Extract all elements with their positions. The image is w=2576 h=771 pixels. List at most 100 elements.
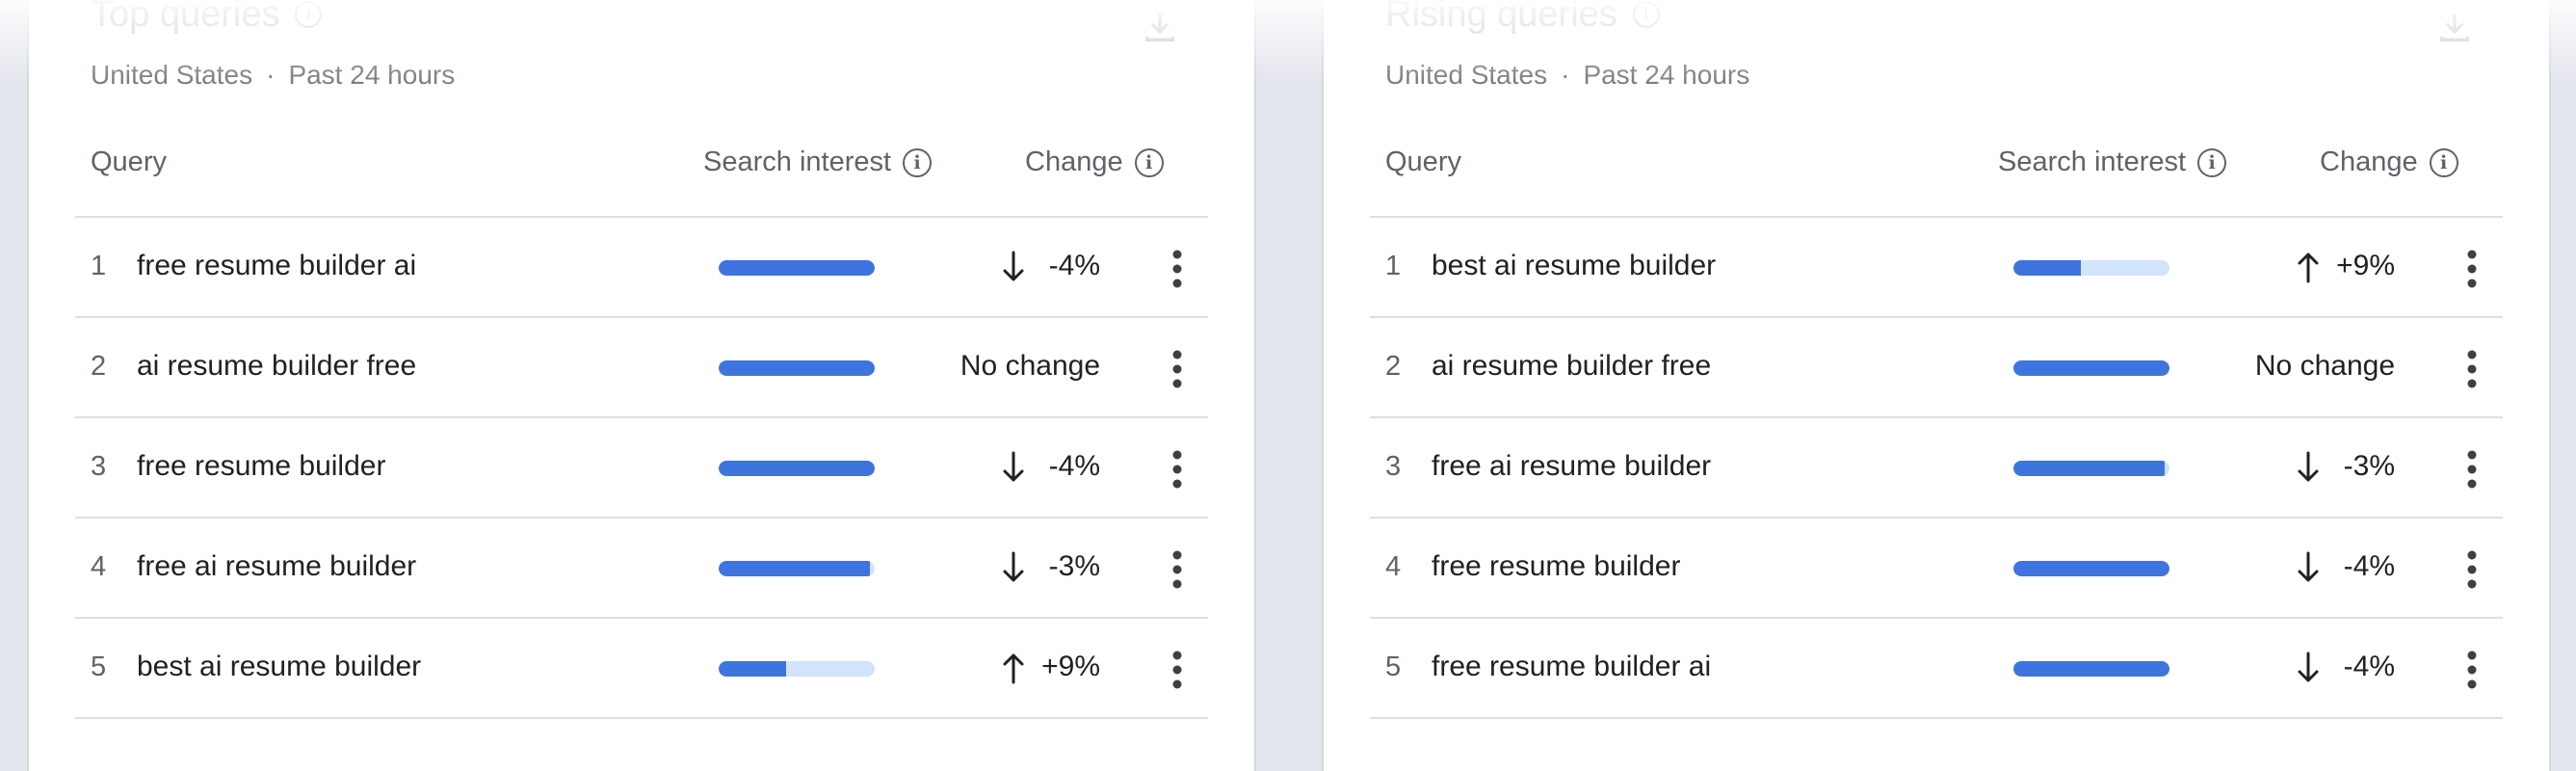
header-query: Query xyxy=(91,146,167,178)
row-change: +9% xyxy=(1041,651,1100,682)
location-label: United States xyxy=(91,60,253,90)
search-interest-bar xyxy=(2013,661,2169,677)
search-interest-fill xyxy=(719,461,875,476)
header-change-label: Change xyxy=(2320,146,2418,177)
info-icon[interactable]: i xyxy=(2197,147,2227,177)
row-rank: 2 xyxy=(1385,351,1402,382)
row-change: -3% xyxy=(1048,550,1100,582)
arrow-down-icon xyxy=(2295,447,2322,488)
info-icon[interactable]: i xyxy=(1632,1,1660,28)
header-query-label: Query xyxy=(91,146,167,177)
header-interest-label: Search interest xyxy=(1998,146,2187,177)
card-title-text: Rising queries xyxy=(1385,0,1617,35)
search-interest-bar xyxy=(2013,461,2169,476)
search-interest-bar xyxy=(719,561,875,576)
search-interest-fill xyxy=(2013,561,2169,576)
table-row[interactable]: 3 free ai resume builder -3% xyxy=(1370,418,2503,518)
subtitle-separator: · xyxy=(266,60,276,90)
header-query: Query xyxy=(1385,146,1461,178)
arrow-down-icon xyxy=(2295,547,2322,588)
card-subtitle: United States · Past 24 hours xyxy=(1385,60,1749,91)
header-change: Change i xyxy=(1025,146,1164,178)
row-rank: 1 xyxy=(91,251,107,281)
search-interest-fill xyxy=(2013,461,2166,476)
table-row[interactable]: 5 free resume builder ai -4% xyxy=(1370,619,2503,719)
table-row[interactable]: 2 ai resume builder free No change xyxy=(75,318,1208,418)
row-query[interactable]: free resume builder ai xyxy=(137,250,416,282)
row-query[interactable]: free resume builder xyxy=(137,450,385,483)
row-query[interactable]: free ai resume builder xyxy=(137,550,416,583)
more-vert-icon[interactable] xyxy=(2466,549,2478,590)
table-header: Query Search interest i Change i xyxy=(1370,135,2503,218)
info-icon[interactable]: i xyxy=(903,147,933,177)
row-rank: 1 xyxy=(1385,251,1402,281)
table-row[interactable]: 3 free resume builder -4% xyxy=(75,418,1208,518)
table-header: Query Search interest i Change i xyxy=(75,135,1208,218)
search-interest-fill xyxy=(719,661,786,677)
row-change: -4% xyxy=(1048,450,1100,482)
table-row[interactable]: 5 best ai resume builder +9% xyxy=(75,619,1208,719)
search-interest-bar xyxy=(719,260,875,276)
search-interest-fill xyxy=(2013,360,2169,376)
row-change: No change xyxy=(959,350,1100,382)
more-vert-icon[interactable] xyxy=(1171,650,1183,690)
row-query[interactable]: free ai resume builder xyxy=(1432,450,1711,483)
table-row[interactable]: 1 best ai resume builder +9% xyxy=(1370,218,2503,318)
row-rank: 2 xyxy=(91,351,107,382)
more-vert-icon[interactable] xyxy=(1171,349,1183,389)
search-interest-bar xyxy=(719,360,875,376)
row-rank: 5 xyxy=(91,651,107,682)
row-query[interactable]: best ai resume builder xyxy=(1432,250,1716,282)
arrow-down-icon xyxy=(1000,447,1027,488)
search-interest-bar xyxy=(2013,561,2169,576)
row-rank: 3 xyxy=(91,451,107,482)
more-vert-icon[interactable] xyxy=(1171,449,1183,490)
row-query[interactable]: free resume builder xyxy=(1432,550,1680,583)
table-row[interactable]: 4 free resume builder -4% xyxy=(1370,518,2503,619)
row-query[interactable]: ai resume builder free xyxy=(137,350,416,383)
arrow-up-icon xyxy=(1000,648,1027,688)
search-interest-fill xyxy=(719,360,875,376)
card-subtitle: United States · Past 24 hours xyxy=(91,60,455,91)
header-change: Change i xyxy=(2320,146,2458,178)
card-title-text: Top queries xyxy=(91,0,280,35)
download-icon[interactable] xyxy=(2435,8,2474,46)
row-rank: 4 xyxy=(1385,551,1402,582)
header-search-interest: Search interest i xyxy=(1998,146,2227,178)
info-icon[interactable]: i xyxy=(1134,147,1164,177)
search-interest-bar xyxy=(2013,260,2169,276)
table-row[interactable]: 2 ai resume builder free No change xyxy=(1370,318,2503,418)
header-interest-label: Search interest xyxy=(703,146,892,177)
search-interest-bar xyxy=(719,461,875,476)
location-label: United States xyxy=(1385,60,1548,90)
arrow-down-icon xyxy=(2295,648,2322,688)
info-icon[interactable]: i xyxy=(2429,147,2458,177)
row-change: +9% xyxy=(2336,250,2395,281)
row-query[interactable]: free resume builder ai xyxy=(1432,651,1711,683)
subtitle-separator: · xyxy=(1561,60,1570,90)
row-change: -4% xyxy=(1048,250,1100,281)
more-vert-icon[interactable] xyxy=(1171,549,1183,590)
table-row[interactable]: 1 free resume builder ai -4% xyxy=(75,218,1208,318)
row-query[interactable]: best ai resume builder xyxy=(137,651,421,683)
more-vert-icon[interactable] xyxy=(1171,249,1183,289)
row-rank: 5 xyxy=(1385,651,1402,682)
more-vert-icon[interactable] xyxy=(2466,449,2478,490)
table-row[interactable]: 4 free ai resume builder -3% xyxy=(75,518,1208,619)
more-vert-icon[interactable] xyxy=(2466,349,2478,389)
row-change: -4% xyxy=(2343,651,2395,682)
arrow-down-icon xyxy=(1000,247,1027,287)
row-rank: 3 xyxy=(1385,451,1402,482)
rising-queries-card: Rising queries i United States · Past 24 hou… xyxy=(1322,0,2551,771)
info-icon[interactable]: i xyxy=(295,1,323,28)
search-interest-bar xyxy=(2013,360,2169,376)
arrow-down-icon xyxy=(1000,547,1027,588)
more-vert-icon[interactable] xyxy=(2466,249,2478,289)
more-vert-icon[interactable] xyxy=(2466,650,2478,690)
card-title: Top queries i xyxy=(91,0,323,39)
header-change-label: Change xyxy=(1025,146,1123,177)
row-change: No change xyxy=(2254,350,2395,382)
row-change: -3% xyxy=(2343,450,2395,482)
download-icon[interactable] xyxy=(1141,8,1179,46)
row-query[interactable]: ai resume builder free xyxy=(1432,350,1711,383)
